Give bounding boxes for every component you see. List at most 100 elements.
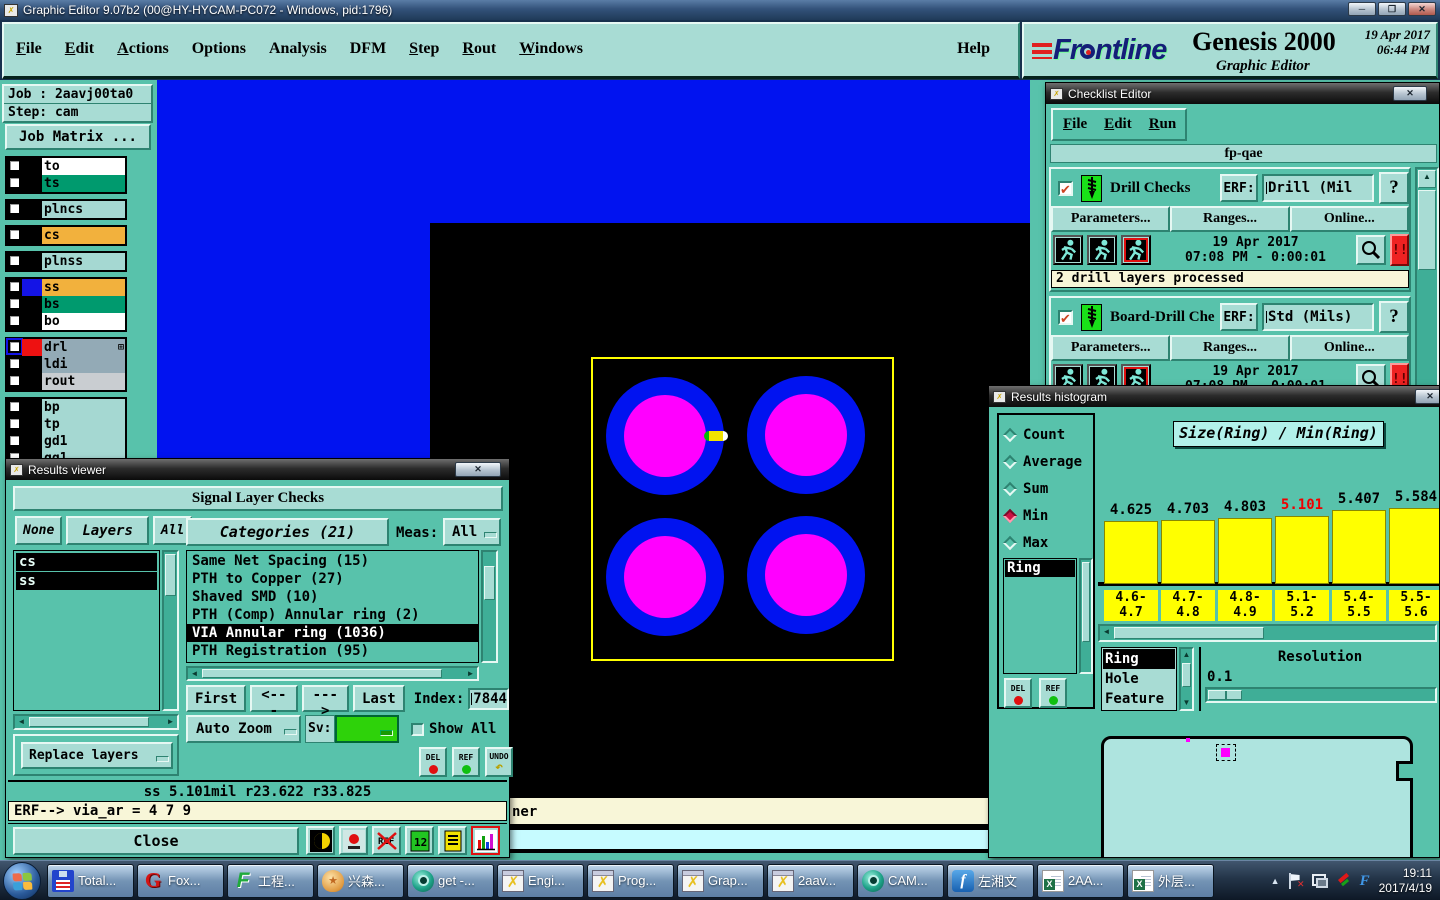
layer-visibility-checkbox[interactable] xyxy=(8,357,21,370)
category-item[interactable]: PTH (Comp) Annular ring (2) xyxy=(187,606,478,624)
measure-list-scrollbar[interactable] xyxy=(1079,558,1093,674)
layer-row-rout[interactable]: rout xyxy=(7,373,125,390)
filter-none-button[interactable]: None xyxy=(15,516,63,545)
layer-row-gd1[interactable]: gd1 xyxy=(7,433,125,450)
close-icon[interactable]: ✕ xyxy=(455,462,501,477)
layer-row-ss[interactable]: ss xyxy=(7,279,125,296)
layer-visibility-checkbox[interactable] xyxy=(8,374,21,387)
close-icon[interactable]: ✕ xyxy=(1393,86,1427,101)
ranges-button[interactable]: Ranges... xyxy=(1170,206,1290,232)
category-item[interactable]: PTH to Copper (27) xyxy=(187,570,478,588)
taskbar-button[interactable]: CAM... xyxy=(857,863,944,898)
record-button[interactable] xyxy=(339,826,368,855)
stat-average[interactable]: Average xyxy=(1002,448,1082,475)
show-all-checkbox[interactable] xyxy=(411,722,424,736)
tray-expand-icon[interactable]: ▲ xyxy=(1271,876,1280,886)
ref-button[interactable]: REF xyxy=(1039,678,1067,708)
layer-list-item[interactable]: ss xyxy=(16,572,157,590)
layer-row-ldi[interactable]: ldi xyxy=(7,356,125,373)
category-item[interactable]: PTH Registration (95) xyxy=(187,642,478,660)
erf-value-field[interactable]: Std (Mils) xyxy=(1262,303,1374,331)
close-icon[interactable]: ✕ xyxy=(1408,2,1436,16)
layer-visibility-checkbox[interactable] xyxy=(8,159,21,172)
magnifier-button[interactable] xyxy=(1356,235,1386,265)
checklist-titlebar[interactable]: ✗ Checklist Editor ✕ xyxy=(1046,83,1439,104)
menu-help[interactable]: Help xyxy=(957,40,990,58)
next-button[interactable]: ---> xyxy=(301,685,349,719)
layer-row-cs[interactable]: cs xyxy=(7,227,125,244)
layer-visibility-checkbox[interactable] xyxy=(8,340,21,353)
type-item-feature[interactable]: Feature xyxy=(1103,689,1175,709)
scroll-left-icon[interactable]: ◄ xyxy=(1100,626,1113,640)
action-center-flag-icon[interactable] xyxy=(1288,873,1305,890)
type-list-scrollbar[interactable]: ▲ ▼ xyxy=(1179,647,1194,711)
clear-ref-button[interactable]: REF xyxy=(372,826,401,855)
taskbar-clock[interactable]: 19:11 2017/4/19 xyxy=(1379,866,1432,896)
menu-options[interactable]: Options xyxy=(192,40,246,58)
layer-visibility-checkbox[interactable] xyxy=(8,202,21,215)
report-button[interactable] xyxy=(438,826,467,855)
erf-button[interactable]: ERF: xyxy=(1220,174,1258,202)
layer-row-bs[interactable]: bs xyxy=(7,296,125,313)
last-button[interactable]: Last xyxy=(352,685,405,712)
scroll-right-icon[interactable]: ► xyxy=(464,668,477,679)
taskbar-button[interactable]: 左湘文 xyxy=(947,863,1034,898)
taskbar-button[interactable]: Fox... xyxy=(137,863,224,898)
histogram-titlebar[interactable]: ✗ Results histogram ✕ xyxy=(989,386,1439,407)
layer-visibility-checkbox[interactable] xyxy=(8,176,21,189)
checklist-menu-run[interactable]: Run xyxy=(1149,116,1177,133)
layer-visibility-checkbox[interactable] xyxy=(8,280,21,293)
ref-button[interactable]: REF xyxy=(452,747,480,777)
del-button[interactable]: DEL xyxy=(419,747,447,777)
layer-visibility-checkbox[interactable] xyxy=(8,400,21,413)
type-item-hole[interactable]: Hole xyxy=(1103,669,1175,689)
check-enabled-checkbox[interactable]: ✔ xyxy=(1058,309,1073,325)
tray-app-icon[interactable]: F xyxy=(1360,873,1370,890)
histogram-button[interactable] xyxy=(471,826,500,855)
stat-max[interactable]: Max xyxy=(1002,529,1082,556)
del-button[interactable]: DEL xyxy=(1004,678,1032,708)
runner-stop-icon[interactable] xyxy=(1121,235,1151,265)
ranges-button[interactable]: Ranges... xyxy=(1170,335,1290,361)
menu-rout[interactable]: Rout xyxy=(462,40,496,58)
scroll-left-icon[interactable]: ◄ xyxy=(188,668,201,679)
measure-list-item[interactable]: Ring xyxy=(1005,560,1075,577)
minimize-icon[interactable]: ─ xyxy=(1348,2,1376,16)
layer-visibility-checkbox[interactable] xyxy=(8,297,21,310)
stat-count[interactable]: Count xyxy=(1002,421,1082,448)
erf-button[interactable]: ERF: xyxy=(1220,303,1258,331)
check-enabled-checkbox[interactable]: ✔ xyxy=(1058,180,1073,196)
layer-row-ts[interactable]: ts xyxy=(7,175,125,192)
category-item[interactable]: Same Net Spacing (15) xyxy=(187,552,478,570)
taskbar-button[interactable]: 外层... xyxy=(1127,863,1214,898)
menu-dfm[interactable]: DFM xyxy=(350,40,386,58)
category-item[interactable]: VIA Annular ring (1036) xyxy=(187,624,478,642)
numbering-button[interactable]: 12 xyxy=(405,826,434,855)
network-icon[interactable] xyxy=(1311,874,1328,888)
layer-list-item[interactable]: cs xyxy=(16,553,157,571)
layer-visibility-checkbox[interactable] xyxy=(8,314,21,327)
menu-edit[interactable]: Edit xyxy=(65,40,94,58)
stat-min[interactable]: Min xyxy=(1002,502,1082,529)
layer-list-scrollbar[interactable] xyxy=(162,550,179,711)
layer-row-drl[interactable]: drl ⊞ xyxy=(7,339,125,356)
taskbar-button[interactable]: 2AA... xyxy=(1037,863,1124,898)
maximize-icon[interactable]: ❐ xyxy=(1378,2,1406,16)
alert-button[interactable]: !! xyxy=(1390,234,1409,266)
type-item-ring[interactable]: Ring xyxy=(1103,649,1175,669)
taskbar-button[interactable]: Grap... xyxy=(677,863,764,898)
scroll-right-icon[interactable]: ► xyxy=(164,716,177,728)
results-viewer-titlebar[interactable]: ✗ Results viewer ✕ xyxy=(6,459,509,480)
board-overview[interactable]: S ? −▾ xyxy=(989,713,1439,857)
layer-visibility-checkbox[interactable] xyxy=(8,254,21,267)
scroll-up-icon[interactable]: ▲ xyxy=(1181,649,1192,661)
meas-dropdown[interactable]: All xyxy=(443,518,501,546)
parameters-button[interactable]: Parameters... xyxy=(1051,335,1171,361)
layer-row-plnss[interactable]: plnss xyxy=(7,253,125,270)
erf-value-field[interactable]: Drill (Mil xyxy=(1262,174,1374,202)
taskbar-button[interactable]: get -... xyxy=(407,863,494,898)
start-button[interactable] xyxy=(3,861,41,900)
close-button[interactable]: Close xyxy=(13,827,299,855)
online-button[interactable]: Online... xyxy=(1289,206,1409,232)
day-night-toggle-button[interactable] xyxy=(306,826,335,855)
